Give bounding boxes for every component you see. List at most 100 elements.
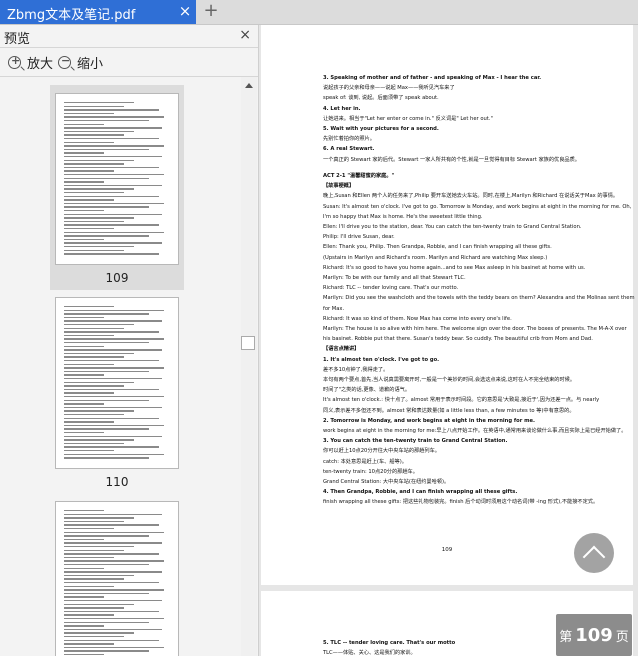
thumbnail-text-line [64, 417, 159, 419]
thumbnail-image [55, 501, 179, 656]
page-indicator-suffix: 页 [615, 629, 629, 645]
thumbnail-text-line [64, 632, 134, 634]
thumbnail-text-line [64, 406, 162, 409]
thumbnail-text-line [64, 342, 149, 344]
thumbnail-text-line [64, 385, 124, 387]
thumbnail-text-line [64, 184, 162, 187]
thumbnail-text-line [64, 556, 114, 559]
thumbnail-text-line [64, 578, 124, 580]
thumbnail-text-line [64, 210, 104, 212]
thumbnail-text-line [64, 195, 159, 197]
thumbnail-text-line [64, 610, 159, 613]
thumbnail-text-line [64, 188, 134, 190]
pdf-page: 109 3. Speaking of mother and of father … [261, 25, 635, 585]
page-indicator: 第 109 页 [556, 614, 632, 656]
page-text-line: 同义,表示差不多但还不到。almost 常和表达数量(如 a little le… [323, 407, 575, 414]
page-text-line: Ellen: I'll drive you to the station, de… [323, 223, 582, 230]
page-text-line: finish wrapping all these gifts: 把这些礼物包装… [323, 499, 599, 506]
page-text-line: 5. TLC -- tender loving care. That's our… [323, 640, 456, 646]
thumbnail-text-line [64, 646, 164, 649]
thumbnail-text-line [64, 589, 164, 591]
thumbnail-text-line [64, 370, 149, 373]
thumbnail-text-line [64, 238, 104, 241]
thumbnail-text-line [64, 585, 114, 587]
thumbnail-text-line [64, 120, 149, 122]
thumbnail-text-line [64, 381, 134, 383]
thumbnail-text-line [64, 625, 104, 627]
sidebar-header: 预览 × [0, 25, 258, 48]
tab-close-icon[interactable]: × [177, 3, 193, 19]
thumbnail-text-line [64, 421, 114, 423]
page-text-line: 5. Wait with your pictures for a second. [323, 126, 439, 132]
thumbnail-text-line [64, 546, 134, 548]
page-text-line: 晚上,Susan 和Ellen 两个人的任务来了,Philip 要开车送她去火车… [323, 193, 619, 200]
thumbnail-text-line [64, 206, 149, 208]
thumbnail-image [55, 297, 179, 469]
thumbnail-text-line [64, 403, 104, 405]
thumbnail-text-line [64, 152, 104, 154]
page-text-line: Richard: TLC -- tender loving care. That… [323, 285, 459, 292]
thumbnail-text-line [64, 202, 164, 205]
thumbnail-text-line [64, 228, 114, 230]
thumbnail-text-line [64, 571, 162, 573]
thumbnail-text-line [64, 163, 124, 165]
thumbnail-text-line [64, 513, 162, 515]
page-text-line: 让她进来。相当于"Let her enter or come in." 反义词是… [323, 115, 493, 122]
thumbnail-text-line [64, 399, 149, 401]
thumbnail-text-line [64, 134, 124, 136]
thumbnail-text-line [64, 542, 162, 544]
scroll-up-icon[interactable] [245, 83, 253, 88]
thumbnail-text-line [64, 457, 149, 459]
new-tab-icon[interactable]: + [202, 2, 220, 20]
scroll-to-top-button[interactable] [574, 533, 614, 573]
thumbnail-text-line [64, 510, 104, 512]
sidebar-toolbar: + 放大 − 缩小 [0, 48, 258, 77]
thumbnail-text-line [64, 313, 149, 315]
page-text-line: 说起孩子的父亲和母亲——说起 Max——我听见汽车来了 [323, 85, 455, 92]
thumbnail-text-line [64, 453, 164, 455]
thumbnail-text-line [64, 424, 164, 427]
page-text-line: Ellen: Thank you, Philip. Then Grandpa, … [323, 244, 552, 251]
page-text-line: ten-twenty train: 10点20分的那趟车。 [323, 468, 418, 475]
thumbnail-text-line [64, 349, 162, 351]
thumbnail-text-line [64, 181, 104, 183]
thumbnail-text-line [64, 356, 124, 358]
thumbnail-text-line [64, 614, 114, 616]
zoom-in-button[interactable]: + 放大 [8, 53, 53, 72]
thumbnail-text-line [64, 618, 164, 620]
thumbnail-text-line [64, 446, 159, 448]
sidebar-scrollbar[interactable] [241, 77, 257, 656]
thumbnail-text-line [64, 531, 164, 533]
page-text-line: catch: 本处意思是赶上(车、船等)。 [323, 458, 407, 465]
zoom-out-button[interactable]: − 缩小 [58, 53, 103, 72]
page-text-line: Marilyn: Did you see the washcloth and t… [323, 295, 635, 302]
preview-sidebar: 预览 × + 放大 − 缩小 109 110 [0, 25, 259, 656]
thumbnail-text-line [64, 324, 134, 326]
thumbnail-text-line [64, 166, 159, 169]
thumbnail-image [55, 93, 179, 265]
page-text-line: 一个真正的 Stewart 家的后代。Stewart 一家人所共有的个性,就是一… [323, 156, 580, 163]
tab-document[interactable]: Zbmg文本及笔记.pdf × [0, 0, 196, 24]
thumbnail-text-line [64, 306, 114, 308]
sidebar-close-icon[interactable]: × [239, 27, 251, 43]
thumbnail-page-109[interactable]: 109 [50, 85, 184, 290]
thumbnail-text-line [64, 388, 159, 391]
page-text-line: for Max. [323, 305, 345, 312]
chevron-up-icon [582, 545, 606, 569]
page-text-line: 4. Let her in. [323, 105, 361, 112]
thumbnail-list: 109 110 [0, 77, 240, 656]
thumbnail-text-line [64, 592, 149, 595]
thumbnail-text-line [64, 410, 134, 412]
thumbnail-text-line [64, 130, 134, 133]
thumbnail-page-110[interactable]: 110 [50, 293, 184, 493]
thumbnail-page-111[interactable] [50, 497, 184, 656]
thumbnail-text-line [64, 220, 124, 223]
thumbnail-text-line [64, 628, 162, 631]
page-text-line: 1. It's almost ten o'clock. I've got to … [323, 356, 440, 363]
thumbnail-text-line [64, 224, 159, 226]
thumbnail-text-line [64, 553, 159, 555]
document-view[interactable]: 109 3. Speaking of mother and of father … [259, 25, 638, 656]
scrollbar-thumb[interactable] [241, 336, 255, 350]
page-text-line: 时间了"之类的话,更像、道歉的语气。 [323, 387, 411, 394]
sidebar-title: 预览 [4, 32, 31, 47]
